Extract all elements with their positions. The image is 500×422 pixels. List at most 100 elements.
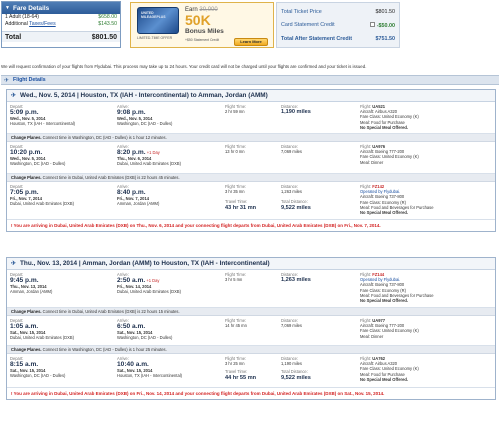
promo-limited-text: LIMITED-TIME OFFER bbox=[137, 36, 173, 40]
fare-value: $143.50 bbox=[98, 21, 117, 27]
statement-credit-row: Card Statement Credit -$50.00 bbox=[281, 22, 395, 29]
arrive-place: Amman, Jordan (AMM) bbox=[117, 201, 160, 207]
depart-place: Washington, DC (IAD - Dulles) bbox=[10, 161, 66, 167]
flight-time-column: Flight Time: 2 hr 59 mn bbox=[225, 104, 279, 114]
total-after-credit-label: Total After Statement Credit bbox=[281, 36, 352, 42]
flight-time-value: 2 hr 59 mn bbox=[225, 109, 245, 115]
connection-label: Change Planes. bbox=[11, 309, 42, 314]
depart-place: Houston, TX (IAH - Intercontinental) bbox=[10, 121, 75, 127]
chevron-down-icon: ▼ bbox=[5, 5, 10, 11]
flight-time-column: Flight Time: 14 hr 45 mn bbox=[225, 318, 279, 328]
distance-value: 1,190 miles bbox=[281, 109, 311, 116]
fare-details-panel: ▼ Fare Details 1 Adult (18-64) $658.00 A… bbox=[1, 1, 121, 48]
fare-label: 1 Adult (18-64) bbox=[5, 14, 40, 20]
arrive-time: 8:20 p.m. bbox=[117, 149, 146, 157]
connection-text: Connect time in Dubai, United Arab Emira… bbox=[41, 175, 180, 180]
distance-value: 1,263 miles bbox=[281, 277, 311, 284]
distance-value: 1,263 miles bbox=[281, 189, 302, 195]
connection-text: Connect time in Dubai, United Arab Emira… bbox=[41, 309, 180, 314]
flight-time-value: 13 hr 0 mn bbox=[225, 149, 245, 155]
statement-credit-label: Card Statement Credit bbox=[281, 22, 335, 28]
distance-value: 7,069 miles bbox=[281, 323, 302, 329]
arrive-place: Dubai, United Arab Emirates (DXB) bbox=[117, 289, 181, 295]
plus-one-day: +1 Day bbox=[145, 278, 160, 284]
travel-time-value: 43 hr 31 mn bbox=[225, 204, 257, 211]
arrive-time: 2:50 a.m. bbox=[117, 277, 146, 285]
flight-info-column: Flight: UA977 Aircraft: Boeing 777-200 F… bbox=[360, 318, 495, 339]
meal: Meal: Dinner bbox=[360, 159, 384, 165]
fare-details-title: Fare Details bbox=[12, 4, 50, 12]
arrive-place: Dubai, United Arab Emirates (DXB) bbox=[117, 161, 181, 167]
flight-time-value: 3 hr 35 mn bbox=[225, 189, 245, 195]
arrive-place: Washington, DC (IAD - Dulles) bbox=[117, 121, 173, 127]
connection-label: Change Planes. bbox=[11, 175, 42, 180]
connection-notice: Change Planes. Connect time in Dubai, Un… bbox=[7, 174, 495, 182]
arrive-place: Washington, DC (IAD - Dulles) bbox=[117, 335, 173, 341]
return-trip: ✈ Thu., Nov. 13, 2014 | Amman, Jordan (A… bbox=[6, 257, 496, 400]
distance-column: Distance: 1,263 miles bbox=[281, 272, 359, 284]
connection-text: Connect time in Washington, DC (IAD - Du… bbox=[41, 135, 167, 140]
statement-credit-checkbox[interactable] bbox=[370, 22, 376, 27]
connection-notice: Change Planes. Connect time in Washingto… bbox=[7, 134, 495, 142]
distance-column: Distance: 1,190 miles bbox=[281, 104, 359, 116]
fare-details-header[interactable]: ▼ Fare Details bbox=[2, 2, 120, 14]
overnight-connection-warning: ! You are arriving in Dubai, United Arab… bbox=[11, 391, 385, 396]
flight-time-column: Flight Time: 13 hr 0 mn bbox=[225, 144, 279, 154]
travel-time-value: 44 hr 55 mn bbox=[225, 374, 257, 381]
meal: Meal: Dinner bbox=[360, 333, 384, 339]
connection-label: Change Planes. bbox=[11, 135, 42, 140]
depart-column: Depart: 10:20 p.m. Wed., Nov. 5, 2014 Wa… bbox=[10, 144, 110, 167]
arrive-time: 9:08 p.m. bbox=[117, 109, 146, 117]
depart-place: Dubai, United Arab Emirates (DXB) bbox=[10, 201, 74, 207]
credit-card-promo[interactable]: UNITED MILEAGEPLUS LIMITED-TIME OFFER Ea… bbox=[130, 2, 274, 48]
flight-time-value: 14 hr 45 mn bbox=[225, 323, 247, 329]
distance-column: Distance: 7,069 miles bbox=[281, 144, 359, 154]
statement-credit-wrap: -$50.00 bbox=[368, 22, 395, 29]
fare-total-value: $801.50 bbox=[91, 34, 117, 41]
fare-label: Additional Taxes/Fees bbox=[5, 21, 56, 28]
distance-column: Distance: 7,069 miles bbox=[281, 318, 359, 328]
promo-bonus-label: Bonus Miles bbox=[185, 28, 224, 35]
fare-label-prefix: Additional bbox=[5, 21, 30, 27]
airplane-icon: ✈ bbox=[4, 77, 10, 84]
learn-more-button[interactable]: Learn More bbox=[234, 38, 268, 46]
plus-one-day: +1 Day bbox=[145, 150, 160, 156]
distance-column: Distance: 1,263 miles Total Distance: 9,… bbox=[281, 184, 359, 212]
trip-title-bar: ✈ Wed., Nov. 5, 2014 | Houston, TX (IAH … bbox=[7, 90, 495, 102]
distance-value: 1,190 miles bbox=[281, 361, 302, 367]
depart-time: 10:20 p.m. bbox=[10, 149, 43, 157]
confirmation-notice: We will request confirmation of your fli… bbox=[1, 64, 367, 69]
depart-column: Depart: 1:05 a.m. Sat., Nov. 15, 2014 Du… bbox=[10, 318, 110, 341]
flight-segment: Depart: 7:05 p.m. Fri., Nov. 7, 2014 Dub… bbox=[7, 182, 495, 220]
flight-time-column: Flight Time: 3 hr 5 mn bbox=[225, 272, 279, 282]
arrive-column: Arrive: 6:50 a.m. Sat., Nov. 15, 2014 Wa… bbox=[117, 318, 223, 341]
depart-time: 8:15 a.m. bbox=[10, 361, 39, 369]
flight-time-column: Flight Time: 3 hr 25 mn Travel Time: 44 … bbox=[225, 356, 279, 382]
credit-card-image: UNITED MILEAGEPLUS bbox=[137, 7, 179, 34]
total-after-credit-value: $751.50 bbox=[375, 36, 396, 42]
flight-segment: Depart: 1:05 a.m. Sat., Nov. 15, 2014 Du… bbox=[7, 316, 495, 346]
connection-text: Connect time in Washington, DC (IAD - Du… bbox=[41, 347, 167, 352]
special-meal-note: No Special Meal Offered. bbox=[360, 124, 409, 130]
connection-notice: Change Planes. Connect time in Washingto… bbox=[7, 346, 495, 354]
fare-row-taxes: Additional Taxes/Fees $143.50 bbox=[2, 21, 120, 28]
fare-row-adult: 1 Adult (18-64) $658.00 bbox=[2, 14, 120, 21]
flight-details-title: Flight Details bbox=[13, 77, 46, 83]
depart-column: Depart: 7:05 p.m. Fri., Nov. 7, 2014 Dub… bbox=[10, 184, 110, 207]
flight-info-column: Flight: UA976 Aircraft: Boeing 777-200 F… bbox=[360, 144, 495, 165]
distance-column: Distance: 1,190 miles Total Distance: 9,… bbox=[281, 356, 359, 382]
arrive-column: Arrive: 8:40 p.m. Fri., Nov. 7, 2014 Amm… bbox=[117, 184, 223, 207]
total-after-credit-row: Total After Statement Credit $751.50 bbox=[281, 36, 395, 42]
total-distance-value: 9,522 miles bbox=[281, 374, 311, 381]
taxes-fees-link[interactable]: Taxes/Fees bbox=[29, 21, 56, 27]
connection-notice: Change Planes. Connect time in Dubai, Un… bbox=[7, 308, 495, 316]
airplane-icon: ✈ bbox=[11, 93, 17, 99]
trip-title: Thu., Nov. 13, 2014 | Amman, Jordan (AMM… bbox=[20, 260, 270, 267]
arrive-time: 10:40 a.m. bbox=[117, 361, 149, 369]
flight-info-column: Flight: UA762 Aircraft: Airbus A320 Fare… bbox=[360, 356, 495, 382]
airplane-icon: ✈ bbox=[11, 261, 17, 267]
arrive-column: Arrive: 10:40 a.m. Sat., Nov. 15, 2014 H… bbox=[117, 356, 223, 379]
arrive-column: Arrive: 9:08 p.m. Wed., Nov. 5, 2014 Was… bbox=[117, 104, 223, 127]
flight-info-column: Flight: UA521 Aircraft: Airbus A320 Fare… bbox=[360, 104, 495, 130]
fare-total-row: Total $801.50 bbox=[2, 31, 120, 42]
